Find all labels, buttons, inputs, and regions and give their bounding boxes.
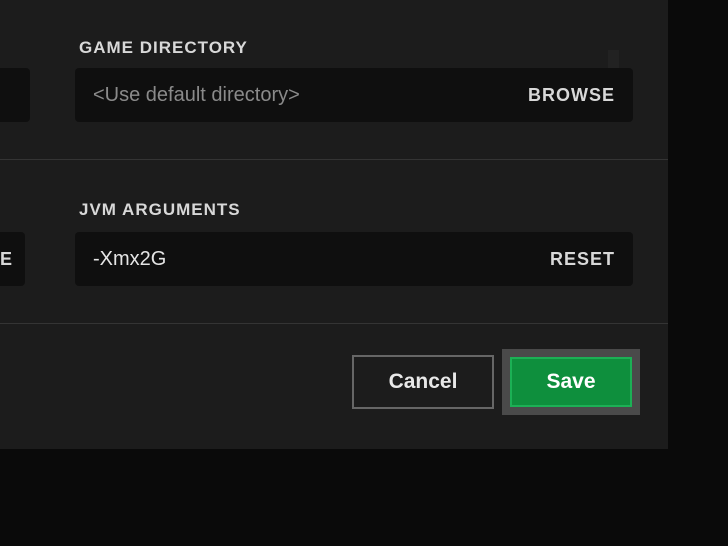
jvm-arguments-label: JVM ARGUMENTS	[79, 200, 241, 220]
reset-button[interactable]: RESET	[550, 249, 615, 270]
divider	[0, 323, 668, 324]
game-directory-field[interactable]: BROWSE	[75, 68, 633, 122]
button-row: Cancel Save	[0, 355, 668, 415]
save-button[interactable]: Save	[510, 357, 632, 407]
jvm-arguments-input[interactable]	[93, 248, 550, 271]
cutoff-field-bottom: SE	[0, 232, 25, 286]
cancel-button[interactable]: Cancel	[352, 355, 494, 409]
save-button-highlight: Save	[502, 349, 640, 415]
browse-button[interactable]: BROWSE	[528, 85, 615, 106]
settings-panel: GAME DIRECTORY BROWSE SE JVM ARGUMENTS R…	[0, 0, 668, 449]
game-directory-input[interactable]	[93, 84, 528, 107]
divider	[0, 159, 668, 160]
game-directory-label: GAME DIRECTORY	[79, 38, 248, 58]
cutoff-text: SE	[0, 249, 13, 270]
cutoff-field-top	[0, 68, 30, 122]
jvm-arguments-field[interactable]: RESET	[75, 232, 633, 286]
